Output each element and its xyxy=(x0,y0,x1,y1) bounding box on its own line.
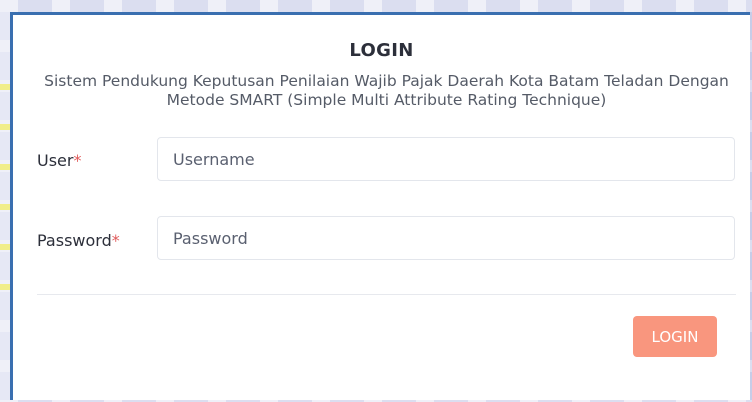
login-title: LOGIN xyxy=(349,40,414,61)
background-stripe xyxy=(0,124,10,130)
login-subtitle: Sistem Pendukung Keputusan Penilaian Waj… xyxy=(44,72,729,109)
user-label-text: User xyxy=(37,151,74,170)
background-stripe xyxy=(0,204,10,210)
user-label: User* xyxy=(37,151,81,170)
username-input[interactable] xyxy=(157,137,735,181)
required-asterisk: * xyxy=(73,151,82,170)
password-label: Password* xyxy=(37,231,120,250)
background-stripe xyxy=(0,284,10,290)
password-input[interactable] xyxy=(157,216,735,260)
form-divider xyxy=(37,294,736,295)
login-card: LOGIN Sistem Pendukung Keputusan Penilai… xyxy=(10,12,750,400)
background-stripe xyxy=(0,164,10,170)
required-asterisk: * xyxy=(111,231,120,250)
login-button[interactable]: LOGIN xyxy=(633,316,717,357)
background-stripe xyxy=(0,244,10,250)
background-stripe xyxy=(0,84,10,90)
password-label-text: Password xyxy=(37,231,112,250)
